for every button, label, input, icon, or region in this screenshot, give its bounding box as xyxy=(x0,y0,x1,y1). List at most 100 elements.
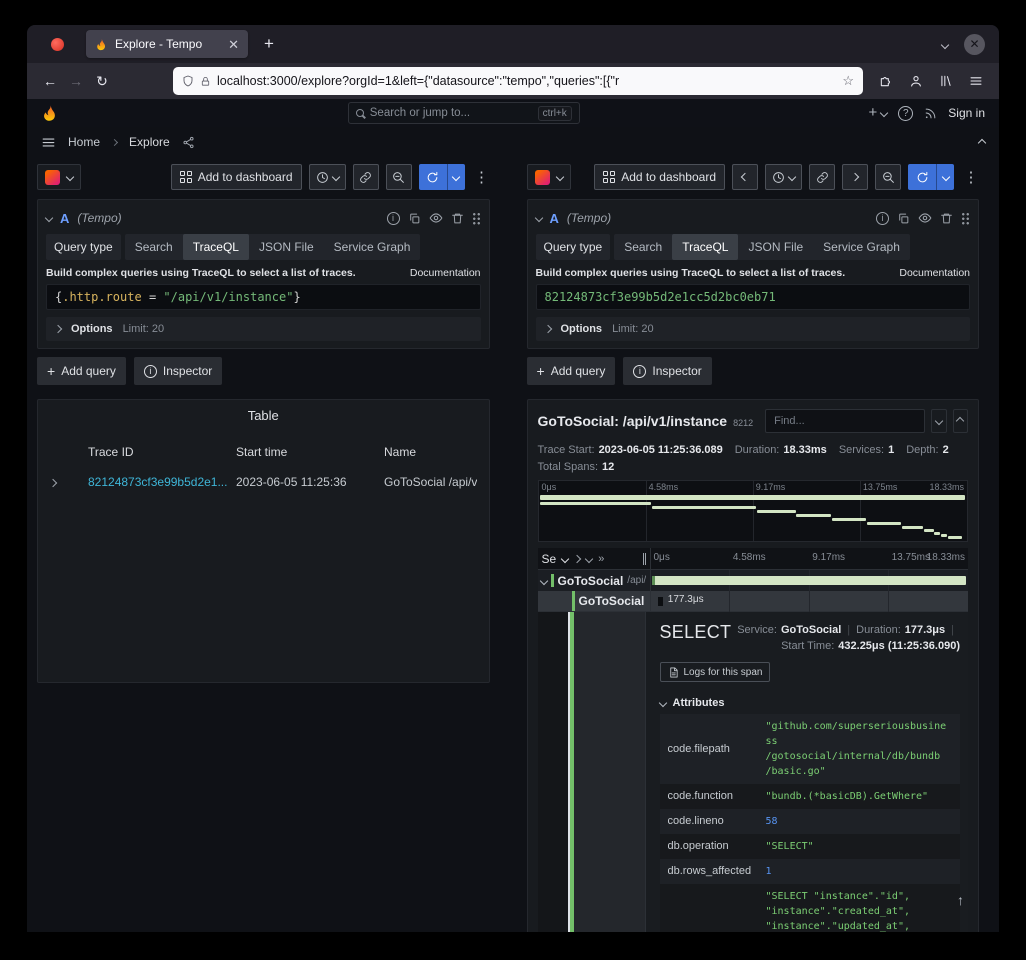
kebab-menu-icon[interactable]: ⋮ xyxy=(963,168,979,186)
add-query-button[interactable]: + Add query xyxy=(37,357,126,385)
collapse-query-icon[interactable] xyxy=(45,214,53,222)
add-to-dashboard-button[interactable]: Add to dashboard xyxy=(594,164,725,190)
find-next-button[interactable] xyxy=(931,409,946,433)
drag-handle-icon[interactable] xyxy=(472,212,481,225)
attribute-row[interactable]: code.function"bundb.(*basicDB).GetWhere" xyxy=(660,784,961,809)
global-search[interactable]: ctrl+k xyxy=(348,102,580,124)
time-shift-forward-button[interactable] xyxy=(842,164,868,190)
time-shift-back-button[interactable] xyxy=(732,164,758,190)
menu-icon[interactable] xyxy=(963,68,989,94)
back-button[interactable]: ← xyxy=(37,68,63,94)
chevron-down-icon[interactable] xyxy=(561,554,569,562)
attribute-row[interactable]: code.filepath"github.com/superseriousbus… xyxy=(660,714,961,784)
collapse-span-icon[interactable] xyxy=(539,576,547,584)
search-input[interactable] xyxy=(370,107,532,119)
time-range-picker[interactable] xyxy=(309,164,346,190)
profile-avatar-icon[interactable] xyxy=(51,38,64,51)
library-icon[interactable] xyxy=(933,68,959,94)
create-menu-button[interactable]: + xyxy=(869,106,888,120)
traceql-editor-right[interactable]: 82124873cf3e99b5d2e1cc5d2bc0eb71 xyxy=(536,284,971,310)
attribute-row[interactable]: code.lineno58 xyxy=(660,809,961,834)
news-rss-icon[interactable] xyxy=(924,107,937,120)
list-tabs-icon[interactable] xyxy=(942,35,948,53)
link-split-button[interactable] xyxy=(353,164,379,190)
time-range-picker[interactable] xyxy=(765,164,802,190)
zoom-out-button[interactable] xyxy=(386,164,412,190)
run-query-button[interactable] xyxy=(908,164,954,190)
collapse-all-icon[interactable]: » xyxy=(598,553,604,565)
scroll-up-icon[interactable]: ↑ xyxy=(957,892,964,908)
breadcrumb-current[interactable]: Explore xyxy=(129,135,170,149)
drag-handle-icon[interactable] xyxy=(961,212,970,225)
forward-button[interactable]: → xyxy=(63,68,89,94)
query-help-icon[interactable]: i xyxy=(876,212,889,225)
inspector-button[interactable]: i Inspector xyxy=(134,357,222,385)
column-header-trace-id[interactable]: Trace ID xyxy=(88,445,236,459)
trace-minimap[interactable]: 0μs4.58ms9.17ms13.75ms18.33ms xyxy=(538,480,969,542)
find-input[interactable] xyxy=(765,409,925,433)
url-bar[interactable]: localhost:3000/explore?orgId=1&left={"da… xyxy=(173,67,863,95)
logs-for-span-button[interactable]: Logs for this span xyxy=(660,662,771,682)
help-icon[interactable]: ? xyxy=(898,106,913,121)
shield-icon[interactable] xyxy=(182,75,194,87)
span-bar-root[interactable] xyxy=(652,576,966,585)
run-query-button[interactable] xyxy=(419,164,465,190)
tab-search[interactable]: Search xyxy=(125,234,183,260)
collapse-page-icon[interactable] xyxy=(979,133,985,151)
kebab-menu-icon[interactable]: ⋮ xyxy=(474,168,490,186)
documentation-link[interactable]: Documentation xyxy=(899,267,970,279)
sign-in-button[interactable]: Sign in xyxy=(948,106,985,120)
window-close-button[interactable]: ✕ xyxy=(964,34,985,55)
attribute-row[interactable]: "SELECT "instance"."id", "instance"."cre… xyxy=(660,884,961,933)
options-section[interactable]: Options Limit: 20 xyxy=(46,317,481,341)
copy-query-icon[interactable] xyxy=(408,212,421,225)
delete-query-icon[interactable] xyxy=(940,212,953,225)
disable-query-eye-icon[interactable] xyxy=(429,211,443,225)
reload-button[interactable]: ↻ xyxy=(89,68,115,94)
share-icon[interactable] xyxy=(182,136,195,149)
browser-tab[interactable]: Explore - Tempo ✕ xyxy=(86,30,248,58)
traceql-editor-left[interactable]: {.http.route = "/api/v1/instance"} xyxy=(46,284,481,310)
url-text[interactable]: localhost:3000/explore?orgId=1&left={"da… xyxy=(217,74,836,88)
tab-json-file[interactable]: JSON File xyxy=(249,234,324,260)
tab-json-file[interactable]: JSON File xyxy=(738,234,813,260)
query-help-icon[interactable]: i xyxy=(387,212,400,225)
add-to-dashboard-button[interactable]: Add to dashboard xyxy=(171,164,302,190)
add-query-button[interactable]: + Add query xyxy=(527,357,616,385)
delete-query-icon[interactable] xyxy=(451,212,464,225)
attributes-accordion[interactable]: Attributes xyxy=(660,697,961,714)
link-split-button[interactable] xyxy=(809,164,835,190)
disable-query-eye-icon[interactable] xyxy=(918,211,932,225)
tab-service-graph[interactable]: Service Graph xyxy=(324,234,421,260)
refresh-icon[interactable] xyxy=(419,164,447,190)
copy-query-icon[interactable] xyxy=(897,212,910,225)
documentation-link[interactable]: Documentation xyxy=(410,267,481,279)
datasource-picker[interactable] xyxy=(37,164,81,190)
find-prev-button[interactable] xyxy=(953,409,968,433)
refresh-icon[interactable] xyxy=(908,164,936,190)
tab-traceql[interactable]: TraceQL xyxy=(183,234,249,260)
trace-id-link[interactable]: 82124873cf3e99b5d2e1... xyxy=(88,475,236,489)
mega-menu-icon[interactable] xyxy=(41,135,56,150)
run-interval-dropdown[interactable] xyxy=(447,164,465,190)
tab-traceql[interactable]: TraceQL xyxy=(672,234,738,260)
inspector-button[interactable]: i Inspector xyxy=(623,357,711,385)
bookmark-star-icon[interactable]: ☆ xyxy=(842,73,854,89)
options-section[interactable]: Options Limit: 20 xyxy=(536,317,971,341)
grafana-logo-icon[interactable] xyxy=(41,104,59,122)
span-row-selected[interactable]: GoToSocial 177.3μs xyxy=(538,591,969,612)
column-resize-handle[interactable] xyxy=(643,553,646,565)
extensions-icon[interactable] xyxy=(873,68,899,94)
zoom-out-button[interactable] xyxy=(875,164,901,190)
expand-all-icon[interactable] xyxy=(586,556,592,562)
datasource-picker[interactable] xyxy=(527,164,571,190)
table-row[interactable]: 82124873cf3e99b5d2e1... 2023-06-05 11:25… xyxy=(38,467,489,497)
new-tab-button[interactable]: + xyxy=(256,31,282,57)
column-header-name[interactable]: Name xyxy=(384,445,477,459)
service-column-label[interactable]: Se xyxy=(542,552,557,566)
collapse-query-icon[interactable] xyxy=(534,214,542,222)
tab-service-graph[interactable]: Service Graph xyxy=(813,234,910,260)
breadcrumb-home[interactable]: Home xyxy=(68,135,100,149)
expand-row-icon[interactable] xyxy=(50,473,88,491)
tab-search[interactable]: Search xyxy=(614,234,672,260)
